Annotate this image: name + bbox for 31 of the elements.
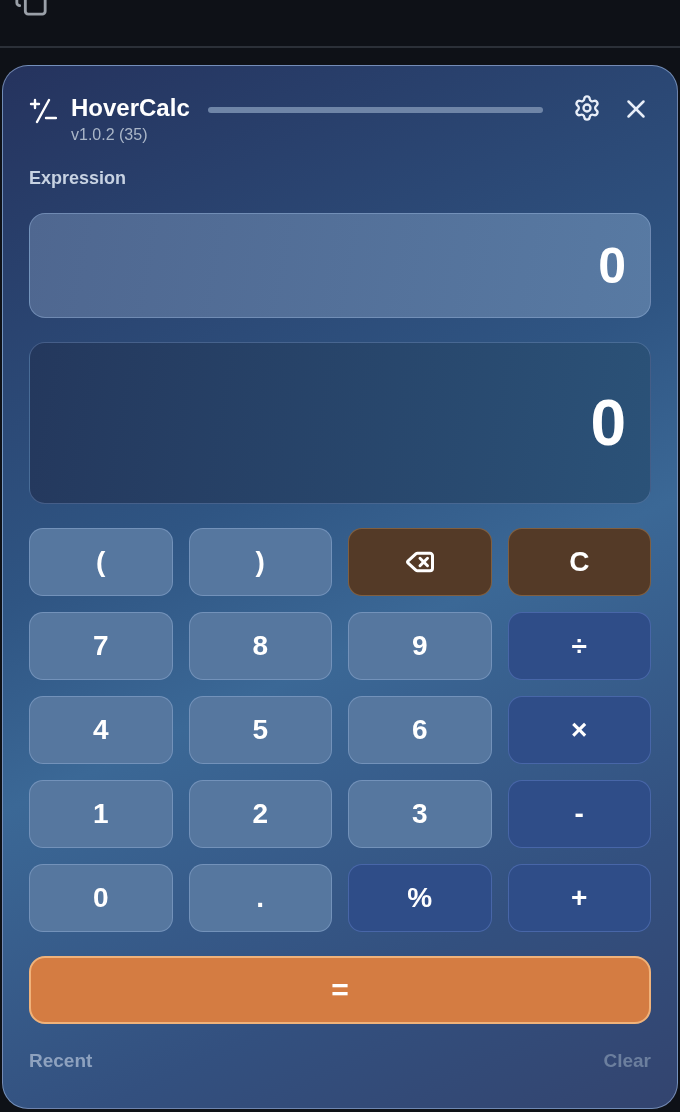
calculator-key[interactable]: 7 — [29, 612, 173, 680]
calculator-key[interactable]: 8 — [188, 612, 332, 680]
calculator-key[interactable]: ) — [188, 528, 332, 596]
backspace-button[interactable] — [348, 528, 492, 596]
calculator-key[interactable]: + — [507, 864, 651, 932]
recent-heading: Recent — [29, 1050, 93, 1072]
calculator-key[interactable]: - — [507, 780, 651, 848]
drag-handle[interactable] — [207, 107, 543, 113]
calculator-key[interactable]: × — [507, 696, 651, 764]
calculator-key[interactable]: ÷ — [507, 612, 651, 680]
calculator-key[interactable]: C — [507, 528, 651, 596]
app-title: HoverCalc — [71, 94, 190, 122]
calculator-key[interactable]: % — [348, 864, 492, 932]
calculator-key[interactable]: 3 — [348, 780, 492, 848]
calculator-key[interactable]: 9 — [348, 612, 492, 680]
expression-field[interactable]: 0 — [29, 213, 651, 318]
expression-label: Expression — [29, 168, 128, 189]
settings-button[interactable] — [573, 94, 601, 122]
calculator-key[interactable]: 6 — [348, 696, 492, 764]
calculator-key[interactable]: 5 — [188, 696, 332, 764]
calculator-key[interactable]: 0 — [29, 864, 173, 932]
equals-button[interactable]: = — [29, 956, 651, 1024]
result-display: 0 — [29, 342, 651, 504]
version-text: v1.0.2 (35) — [71, 126, 149, 144]
gear-icon — [573, 94, 601, 122]
calculator-key[interactable]: 4 — [29, 696, 173, 764]
calculator-key[interactable]: ( — [29, 528, 173, 596]
plus-minus-icon — [29, 96, 57, 124]
calculator-key[interactable]: 1 — [29, 780, 173, 848]
calculator-key[interactable]: . — [188, 864, 332, 932]
calculator-key[interactable]: 2 — [188, 780, 332, 848]
